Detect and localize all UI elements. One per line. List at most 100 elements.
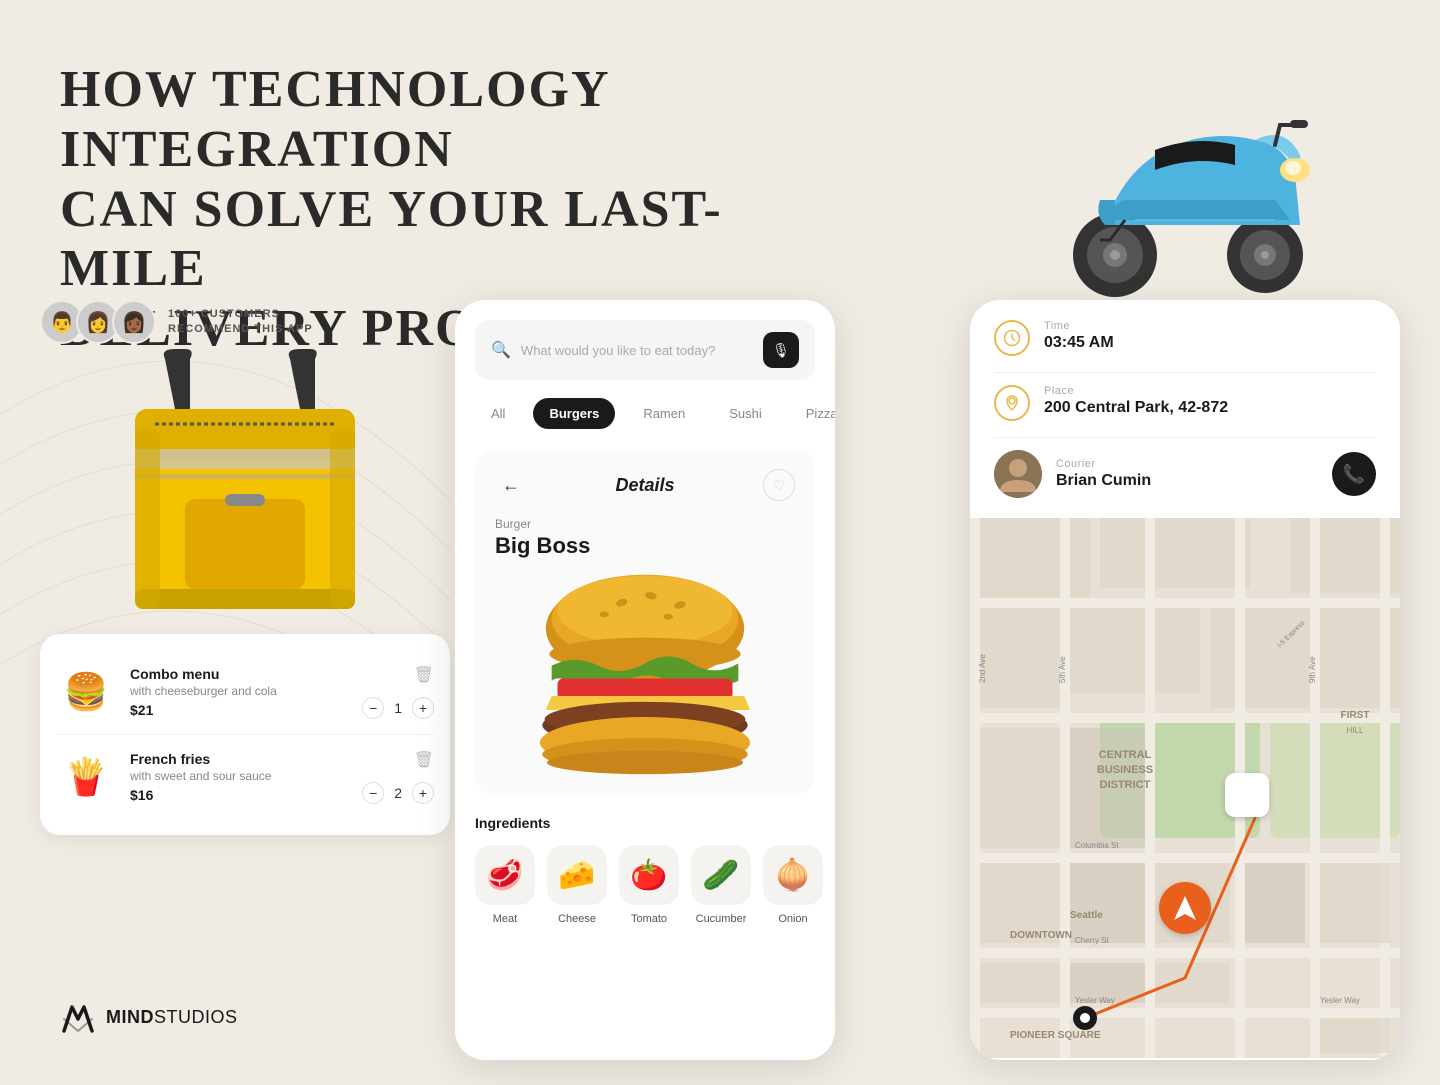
courier-name-block: Courier Brian Cumin	[1056, 458, 1151, 490]
svg-text:2nd Ave: 2nd Ave	[978, 654, 987, 683]
meat-label: Meat	[493, 913, 517, 925]
cart-item-controls: 🗑 − 1 +	[362, 665, 434, 719]
delivery-info: Time 03:45 AM Place 200 Central Park, 42…	[970, 300, 1400, 518]
cheese-label: Cheese	[558, 913, 596, 925]
time-label: Time	[1044, 320, 1114, 332]
cart-item-price: $21	[130, 702, 348, 718]
map-area: 2nd Ave 5th Ave 9th Ave Columbia St Cher…	[970, 518, 1400, 1058]
time-value: 03:45 AM	[1044, 334, 1114, 352]
burger-category: Burger	[495, 517, 795, 531]
cart-item-desc: with sweet and sour sauce	[130, 769, 348, 783]
quantity-decrease[interactable]: −	[362, 697, 384, 719]
place-value: 200 Central Park, 42-872	[1044, 399, 1228, 417]
quantity-value: 1	[394, 700, 402, 716]
svg-text:9th Ave: 9th Ave	[1308, 656, 1317, 683]
details-header: ← Details ♡	[495, 469, 795, 501]
courier-avatar	[994, 450, 1042, 498]
microphone-button[interactable]: 🎙	[763, 332, 799, 368]
courier-row: Courier Brian Cumin 📞	[994, 450, 1376, 498]
ingredient-cucumber: 🥒 Cucumber	[691, 845, 751, 925]
category-pizza[interactable]: Pizza	[790, 398, 835, 429]
place-info: Place 200 Central Park, 42-872	[1044, 385, 1228, 417]
category-list: All Burgers Ramen Sushi Pizza Pasta	[475, 398, 815, 429]
cart-container: 🍔 Combo menu with cheeseburger and cola …	[40, 634, 450, 835]
tomato-label: Tomato	[631, 913, 667, 925]
svg-text:DISTRICT: DISTRICT	[1100, 779, 1151, 791]
ingredient-onion: 🧅 Onion	[763, 845, 823, 925]
quantity-control: − 2 +	[362, 782, 434, 804]
svg-text:FIRST: FIRST	[1341, 710, 1370, 721]
meat-icon: 🥩	[475, 845, 535, 905]
svg-text:BUSINESS: BUSINESS	[1097, 764, 1153, 776]
onion-icon: 🧅	[763, 845, 823, 905]
left-panel: 👨 👩 👩🏾 100+ CUSTOMERS RECOMMEND THIS APP	[40, 300, 450, 835]
logo-area: MINDSTUDIOS	[60, 999, 238, 1035]
svg-text:Yesler Way: Yesler Way	[1320, 996, 1360, 1005]
back-button[interactable]: ←	[495, 469, 527, 501]
burger-name: Big Boss	[495, 533, 795, 559]
avatar: 👩🏾	[112, 300, 156, 344]
cart-item: 🍟 French fries with sweet and sour sauce…	[56, 735, 434, 819]
cart-item-name: Combo menu	[130, 666, 348, 682]
cart-item-price: $16	[130, 787, 348, 803]
delivery-tracking-panel: Time 03:45 AM Place 200 Central Park, 42…	[970, 300, 1400, 1060]
ingredients-list: 🥩 Meat 🧀 Cheese 🍅 Tomato 🥒 Cucumber 🧅 On…	[475, 845, 815, 925]
category-sushi[interactable]: Sushi	[713, 398, 778, 429]
quantity-decrease[interactable]: −	[362, 782, 384, 804]
burger-image	[495, 575, 795, 775]
cart-item-controls: 🗑 − 2 +	[362, 750, 434, 804]
courier-info: Courier Brian Cumin	[994, 450, 1151, 498]
time-row: Time 03:45 AM	[994, 320, 1376, 356]
cart-item-desc: with cheeseburger and cola	[130, 684, 348, 698]
svg-text:DOWNTOWN: DOWNTOWN	[1010, 930, 1072, 941]
category-burgers[interactable]: Burgers	[533, 398, 615, 429]
svg-text:Yesler Way: Yesler Way	[1075, 996, 1115, 1005]
clock-icon	[994, 320, 1030, 356]
cart-item: 🍔 Combo menu with cheeseburger and cola …	[56, 650, 434, 735]
mindstudios-logo-icon	[60, 999, 96, 1035]
cucumber-icon: 🥒	[691, 845, 751, 905]
favorite-button[interactable]: ♡	[763, 469, 795, 501]
food-app-panel: 🔍 What would you like to eat today? 🎙 Al…	[455, 300, 835, 1060]
cart-item-info: Combo menu with cheeseburger and cola $2…	[130, 666, 348, 718]
logo-text: MINDSTUDIOS	[106, 1007, 238, 1028]
svg-text:PIONEER SQUARE: PIONEER SQUARE	[1010, 1030, 1101, 1041]
avatar-group: 👨 👩 👩🏾	[40, 300, 156, 344]
ingredient-tomato: 🍅 Tomato	[619, 845, 679, 925]
customers-badge: 👨 👩 👩🏾 100+ CUSTOMERS RECOMMEND THIS APP	[40, 300, 450, 344]
category-ramen[interactable]: Ramen	[627, 398, 701, 429]
cheese-icon: 🧀	[547, 845, 607, 905]
ingredients-title: Ingredients	[475, 815, 815, 831]
cucumber-label: Cucumber	[696, 913, 747, 925]
svg-text:CENTRAL: CENTRAL	[1099, 749, 1152, 761]
quantity-increase[interactable]: +	[412, 782, 434, 804]
svg-text:Cherry St: Cherry St	[1075, 936, 1110, 945]
delete-button[interactable]: 🗑	[414, 750, 434, 770]
time-info: Time 03:45 AM	[1044, 320, 1114, 352]
svg-text:Columbia St: Columbia St	[1075, 841, 1119, 850]
search-input[interactable]: What would you like to eat today?	[521, 343, 753, 358]
place-row: Place 200 Central Park, 42-872	[994, 385, 1376, 421]
details-card: ← Details ♡ Burger Big Boss	[475, 449, 815, 795]
search-icon: 🔍	[491, 340, 511, 360]
courier-name: Brian Cumin	[1056, 472, 1151, 490]
cart-item-name: French fries	[130, 751, 348, 767]
call-button[interactable]: 📞	[1332, 452, 1376, 496]
divider	[994, 437, 1376, 438]
svg-text:HILL: HILL	[1347, 726, 1364, 735]
ingredient-cheese: 🧀 Cheese	[547, 845, 607, 925]
svg-text:5th Ave: 5th Ave	[1058, 656, 1067, 683]
search-bar[interactable]: 🔍 What would you like to eat today? 🎙	[475, 320, 815, 380]
divider	[994, 372, 1376, 373]
delivery-bag-illustration	[95, 364, 395, 614]
cart-item-image: 🍔	[56, 662, 116, 722]
tomato-icon: 🍅	[619, 845, 679, 905]
cart-item-image: 🍟	[56, 747, 116, 807]
quantity-control: − 1 +	[362, 697, 434, 719]
cart-item-info: French fries with sweet and sour sauce $…	[130, 751, 348, 803]
details-title: Details	[615, 475, 674, 496]
location-icon	[994, 385, 1030, 421]
delete-button[interactable]: 🗑	[414, 665, 434, 685]
quantity-increase[interactable]: +	[412, 697, 434, 719]
category-all[interactable]: All	[475, 398, 521, 429]
